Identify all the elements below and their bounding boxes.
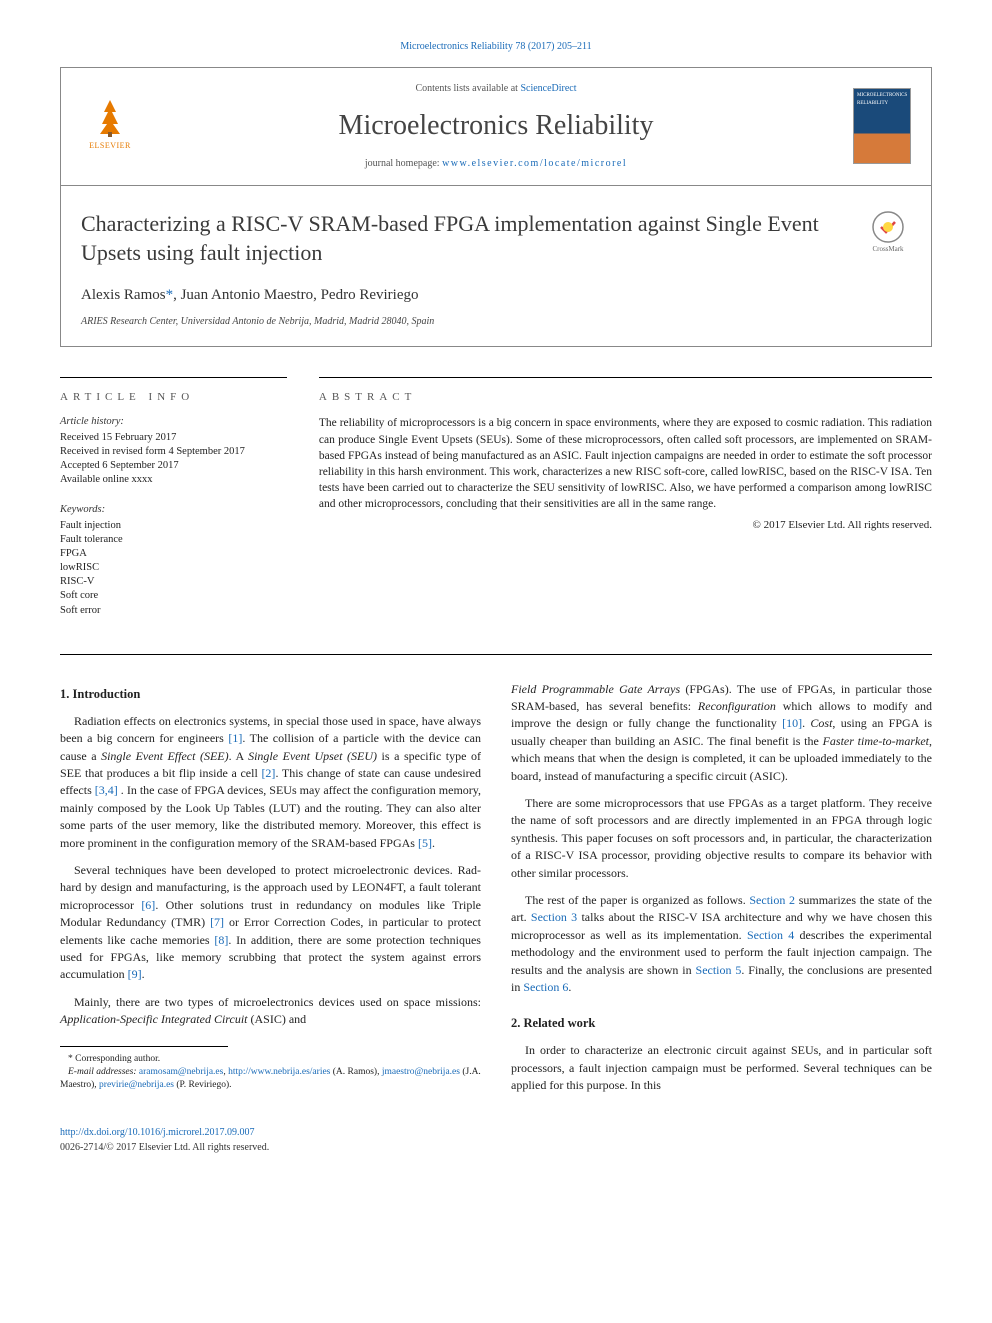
em-reconf: Reconfiguration (698, 699, 776, 713)
corresponding-note: * Corresponding author. (60, 1053, 481, 1066)
abstract-copyright: © 2017 Elsevier Ltd. All rights reserved… (319, 518, 932, 534)
contents-lists-line: Contents lists available at ScienceDirec… (139, 82, 853, 97)
related-work-heading: 2. Related work (511, 1014, 932, 1032)
abstract-text: The reliability of microprocessors is a … (319, 415, 932, 512)
intro-p2: Several techniques have been developed t… (60, 862, 481, 984)
article-history-label: Article history: (60, 415, 287, 429)
t: (P. Reviriego). (174, 1080, 232, 1090)
history-online: Available online xxxx (60, 473, 287, 487)
t: . (142, 967, 145, 981)
ref-6[interactable]: [6] (141, 898, 155, 912)
ref-2[interactable]: [2] (261, 766, 275, 780)
footnotes: * Corresponding author. E-mail addresses… (60, 1046, 481, 1091)
ref-5[interactable]: [5] (418, 836, 432, 850)
em-seu: Single Event Upset (SEU) (248, 749, 377, 763)
email-reviriego[interactable]: previrie@nebrija.es (99, 1080, 174, 1090)
keywords-block: Keywords: Fault injection Fault toleranc… (60, 503, 287, 617)
intro-p3a: Mainly, there are two types of microelec… (60, 994, 481, 1029)
crossmark-badge[interactable]: CrossMark (865, 210, 911, 256)
elsevier-logo-label: ELSEVIER (89, 140, 131, 152)
ref-10[interactable]: [10] (782, 716, 802, 730)
keyword-0: Fault injection (60, 519, 287, 533)
body-columns: 1. Introduction Radiation effects on ele… (60, 681, 932, 1099)
em-asic: Application-Specific Integrated Circuit (60, 1012, 248, 1026)
author-1: Alexis Ramos (81, 287, 166, 303)
t: (A. Ramos), (330, 1067, 381, 1077)
homepage-link[interactable]: www.elsevier.com/locate/microrel (442, 158, 627, 169)
footnote-separator (60, 1046, 228, 1047)
keyword-5: Soft core (60, 589, 287, 603)
section-4-link[interactable]: Section 4 (747, 928, 794, 942)
affiliation: ARIES Research Center, Universidad Anton… (81, 315, 911, 330)
email-ramos[interactable]: aramosam@nebrija.es (139, 1067, 223, 1077)
email-maestro[interactable]: jmaestro@nebrija.es (382, 1067, 460, 1077)
intro-p3b: Field Programmable Gate Arrays (FPGAs). … (511, 681, 932, 785)
header-citation: Microelectronics Reliability 78 (2017) 2… (60, 40, 932, 55)
related-p1: In order to characterize an electronic c… (511, 1042, 932, 1094)
keyword-1: Fault tolerance (60, 533, 287, 547)
section-5-link[interactable]: Section 5 (696, 963, 742, 977)
history-received: Received 15 February 2017 (60, 431, 287, 445)
intro-heading: 1. Introduction (60, 685, 481, 703)
t: . A (229, 749, 248, 763)
article-history-block: Article history: Received 15 February 20… (60, 415, 287, 487)
history-revised: Received in revised form 4 September 201… (60, 445, 287, 459)
article-info-heading: ARTICLE INFO (60, 377, 287, 406)
journal-cover-thumbnail: MICROELECTRONICS RELIABILITY (853, 88, 911, 164)
crossmark-icon (871, 210, 905, 244)
em-cost: Cost (810, 716, 832, 730)
journal-title: Microelectronics Reliability (139, 106, 853, 147)
page-footer: http://dx.doi.org/10.1016/j.microrel.201… (60, 1126, 932, 1155)
intro-p4: There are some microprocessors that use … (511, 795, 932, 882)
intro-p5: The rest of the paper is organized as fo… (511, 892, 932, 996)
section-3-link[interactable]: Section 3 (531, 910, 577, 924)
keyword-2: FPGA (60, 547, 287, 561)
abstract-heading: ABSTRACT (319, 377, 932, 406)
t: (ASIC) and (248, 1012, 307, 1026)
journal-homepage-line: journal homepage: www.elsevier.com/locat… (139, 157, 853, 172)
corresponding-author-star[interactable]: * (166, 287, 174, 303)
section-2-link[interactable]: Section 2 (749, 893, 795, 907)
sciencedirect-link[interactable]: ScienceDirect (520, 83, 576, 94)
crossmark-label: CrossMark (872, 244, 903, 254)
em-fpga: Field Programmable Gate Arrays (511, 682, 680, 696)
ref-8[interactable]: [8] (214, 933, 228, 947)
em-see: Single Event Effect (SEE) (101, 749, 229, 763)
emails-line: E-mail addresses: aramosam@nebrija.es, h… (60, 1066, 481, 1092)
info-abstract-row: ARTICLE INFO Article history: Received 1… (60, 377, 932, 655)
t: Mainly, there are two types of microelec… (74, 995, 481, 1009)
ref-9[interactable]: [9] (128, 967, 142, 981)
keyword-3: lowRISC (60, 561, 287, 575)
doi-link[interactable]: http://dx.doi.org/10.1016/j.microrel.201… (60, 1127, 255, 1138)
elsevier-tree-icon (90, 94, 130, 138)
elsevier-logo: ELSEVIER (81, 94, 139, 158)
article-info-column: ARTICLE INFO Article history: Received 1… (60, 377, 313, 634)
em-ttm: Faster time-to-market (823, 734, 929, 748)
t: . (568, 980, 571, 994)
authors-line: Alexis Ramos*, Juan Antonio Maestro, Ped… (81, 285, 911, 307)
contents-prefix: Contents lists available at (415, 83, 520, 94)
homepage-prefix: journal homepage: (365, 158, 442, 169)
journal-box: ELSEVIER Contents lists available at Sci… (60, 67, 932, 347)
abstract-column: ABSTRACT The reliability of microprocess… (313, 377, 932, 634)
ref-1[interactable]: [1] (228, 731, 242, 745)
ref-3-4[interactable]: [3,4] (95, 783, 118, 797)
issn-copyright: 0026-2714/© 2017 Elsevier Ltd. All right… (60, 1141, 932, 1156)
emails-label: E-mail addresses: (68, 1067, 139, 1077)
t: . (432, 836, 435, 850)
t: The rest of the paper is organized as fo… (525, 893, 749, 907)
journal-header: ELSEVIER Contents lists available at Sci… (61, 68, 931, 187)
article-title: Characterizing a RISC-V SRAM-based FPGA … (81, 210, 865, 267)
ref-7[interactable]: [7] (210, 915, 224, 929)
intro-p1: Radiation effects on electronics systems… (60, 713, 481, 852)
history-accepted: Accepted 6 September 2017 (60, 459, 287, 473)
article-header: Characterizing a RISC-V SRAM-based FPGA … (61, 186, 931, 345)
journal-center: Contents lists available at ScienceDirec… (139, 82, 853, 172)
keyword-4: RISC-V (60, 575, 287, 589)
section-6-link[interactable]: Section 6 (523, 980, 568, 994)
keyword-6: Soft error (60, 604, 287, 618)
authors-rest: , Juan Antonio Maestro, Pedro Reviriego (173, 287, 418, 303)
aries-url[interactable]: http://www.nebrija.es/aries (228, 1067, 330, 1077)
keywords-label: Keywords: (60, 503, 287, 517)
